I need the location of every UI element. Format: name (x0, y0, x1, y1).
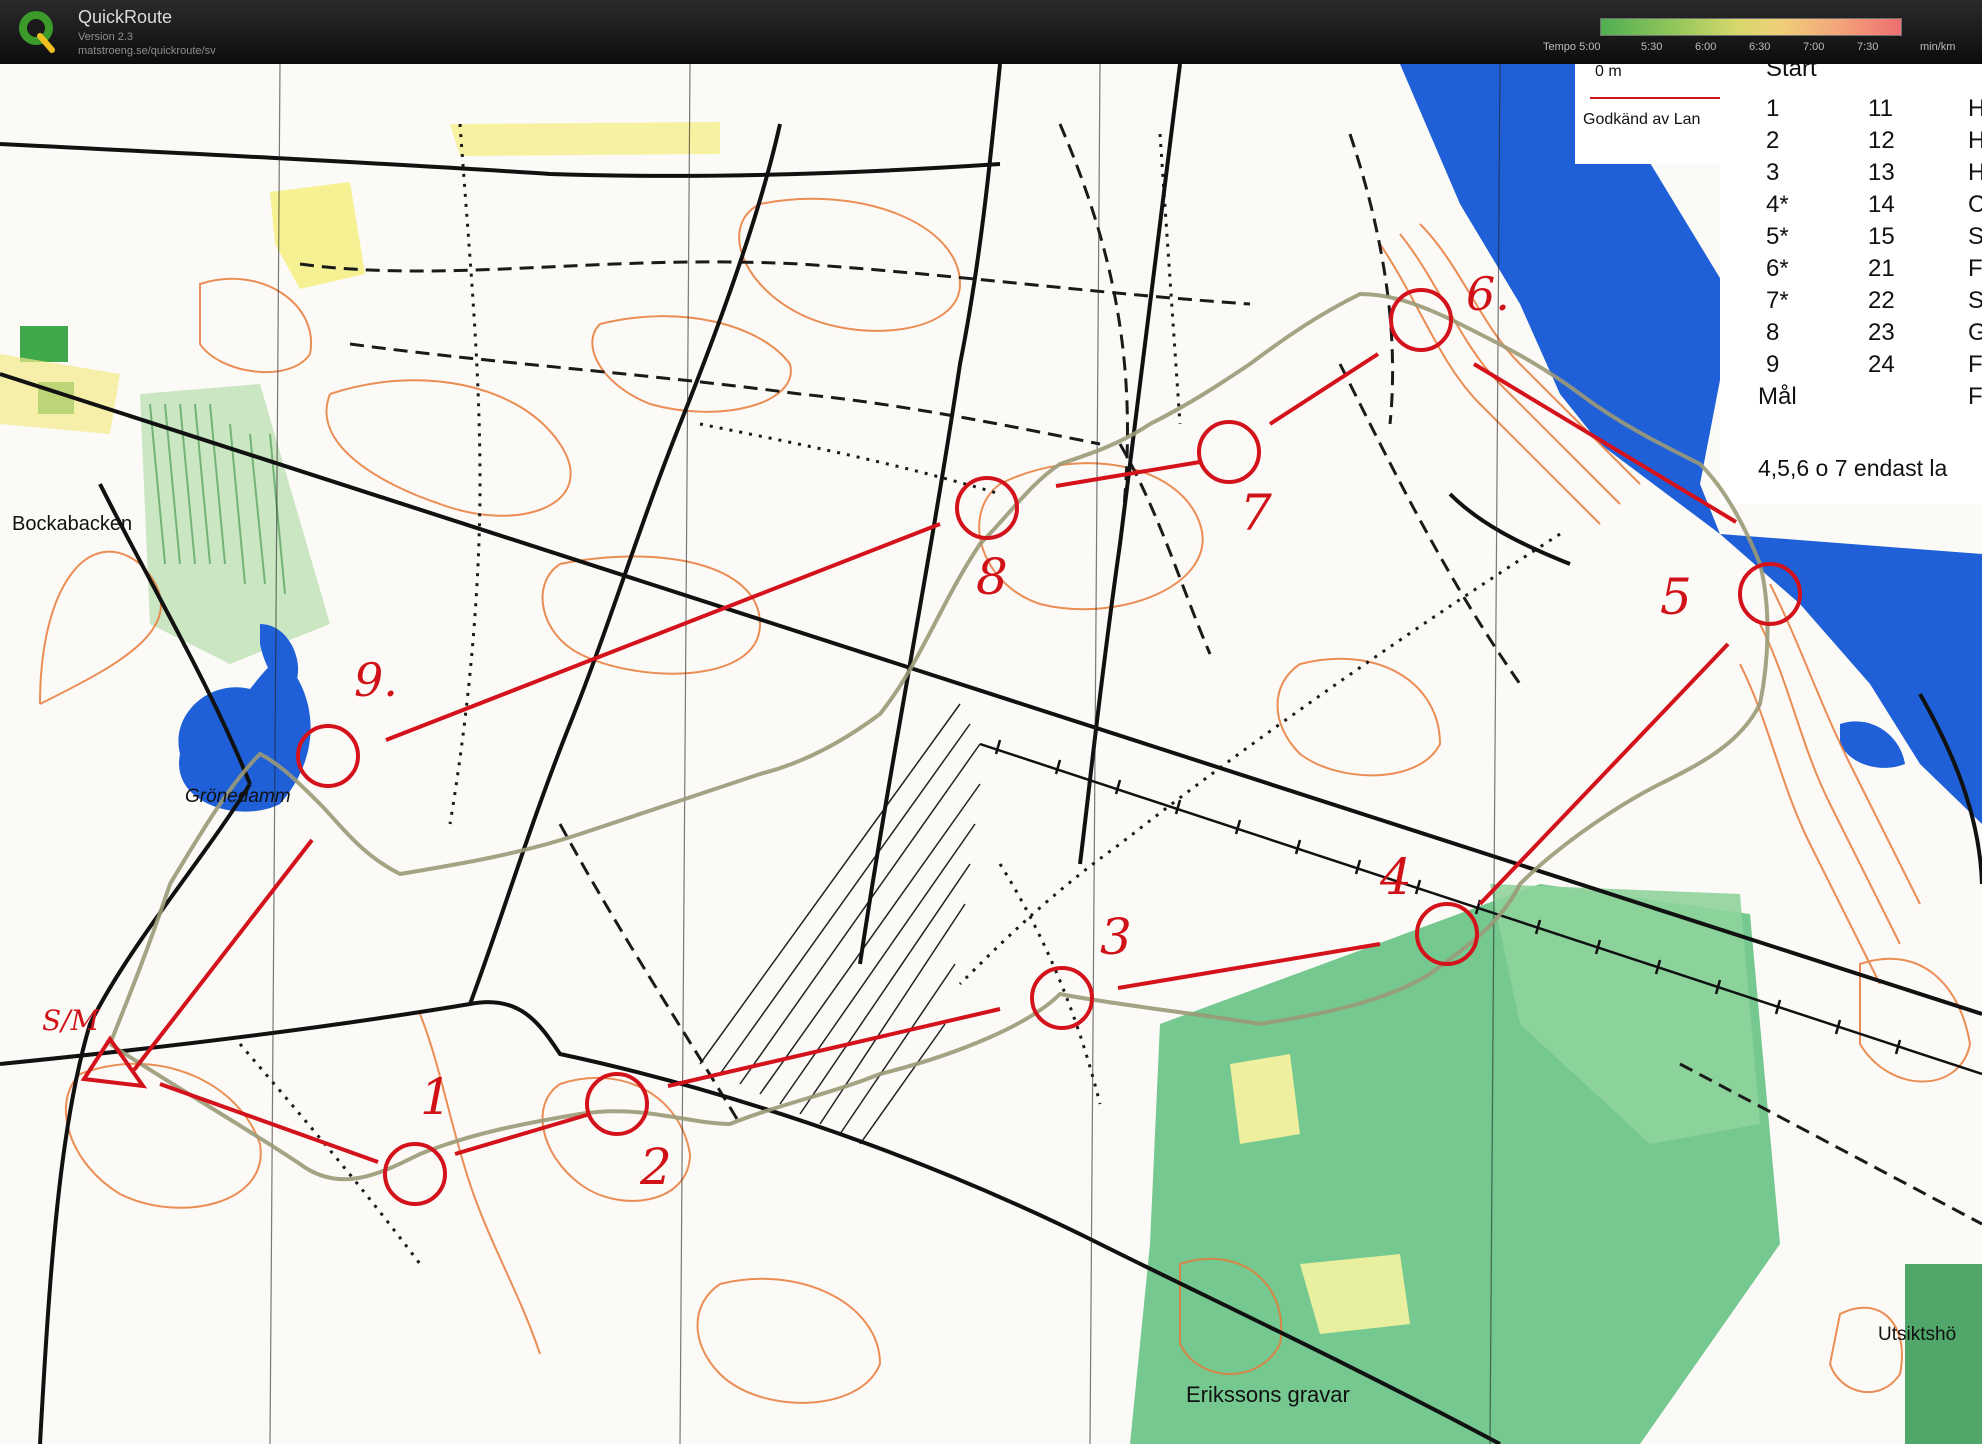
label-control-5: 5 (1660, 568, 1692, 626)
label-control-6: 6. (1466, 267, 1510, 321)
app-version: Version 2.3 (78, 31, 134, 43)
legend-row-b: 14 (1868, 191, 1895, 218)
legend-row-c: G (1968, 319, 1982, 346)
app-header: QuickRoute Version 2.3 matstroeng.se/qui… (0, 0, 1982, 64)
place-name-utsiktshojd: Utsiktshö (1878, 1324, 1956, 1345)
tempo-label-6-30: 6:30 (1749, 41, 1771, 53)
tempo-unit-label: min/km (1920, 41, 1956, 53)
label-control-9: 9. (354, 653, 398, 707)
tempo-label-5-00: Tempo 5:00 (1543, 41, 1601, 53)
place-name-gronedamm: Grönedamm (185, 786, 291, 807)
quickroute-logo-icon (19, 11, 55, 53)
legend-row-a: 5* (1766, 223, 1789, 250)
legend-finish-col-c: F (1968, 383, 1982, 410)
legend-note: 4,5,6 o 7 endast la (1758, 455, 1947, 481)
label-control-3: 3 (1100, 908, 1132, 966)
legend-row-b: 15 (1868, 223, 1895, 250)
legend-row-a: 2 (1766, 127, 1779, 154)
legend-row-b: 21 (1868, 255, 1895, 282)
orienteering-map[interactable]: S/M 1 2 3 4 5 6. 7 8 9. Bockabacken Grön… (0, 64, 1982, 1444)
label-start: S/M (42, 1004, 101, 1037)
green-field-small (20, 326, 68, 362)
legend-row-c: S (1968, 223, 1982, 250)
legend-card (1720, 64, 1982, 504)
label-control-4: 4 (1379, 848, 1412, 906)
legend-finish: Mål (1758, 383, 1797, 410)
legend-row-a: 3 (1766, 159, 1779, 186)
legend-row-c: F (1968, 351, 1982, 378)
label-control-2: 2 (639, 1138, 672, 1196)
legend-row-a: 6* (1766, 255, 1789, 282)
tempo-label-5-30: 5:30 (1641, 41, 1663, 53)
tempo-label-7-30: 7:30 (1857, 41, 1879, 53)
place-name-erikssons-gravar: Erikssons gravar (1186, 1382, 1350, 1407)
legend-row-a: 7* (1766, 287, 1789, 314)
yellow-patch-forest (1230, 1054, 1300, 1144)
legend-row-b: 24 (1868, 351, 1895, 378)
tempo-label-7-00: 7:00 (1803, 41, 1825, 53)
legend-row-a: 4* (1766, 191, 1789, 218)
legend-row-b: 22 (1868, 287, 1895, 314)
tempo-color-scale (1600, 18, 1902, 36)
legend-row-c: H (1968, 159, 1982, 186)
legend-row-c: F (1968, 255, 1982, 282)
yellow-open-area-top (450, 122, 720, 156)
legend-row-a: 9 (1766, 351, 1779, 378)
label-control-7: 7 (1240, 484, 1272, 542)
app-title: QuickRoute (78, 7, 173, 27)
label-control-1: 1 (420, 1068, 452, 1126)
label-control-8: 8 (976, 548, 1008, 606)
green-forest-right-bottom (1905, 1264, 1982, 1444)
legend-row-c: C (1968, 191, 1982, 218)
legend-row-b: 12 (1868, 127, 1895, 154)
approval-text: Godkänd av Lan (1583, 111, 1700, 128)
legend-row-b: 23 (1868, 319, 1895, 346)
map-canvas[interactable]: S/M 1 2 3 4 5 6. 7 8 9. Bockabacken Grön… (0, 64, 1982, 1444)
legend-row-c: H (1968, 127, 1982, 154)
legend-row-c: H (1968, 95, 1982, 122)
place-name-bockabacken: Bockabacken (12, 513, 132, 535)
scale-zero-label: 0 m (1595, 64, 1622, 80)
legend-row-c: S (1968, 287, 1982, 314)
tempo-label-6-00: 6:00 (1695, 41, 1717, 53)
app-url[interactable]: matstroeng.se/quickroute/sv (78, 45, 216, 57)
legend-row-b: 11 (1868, 95, 1893, 122)
legend-row-a: 1 (1766, 95, 1779, 122)
legend-start: Start (1766, 64, 1817, 82)
legend-row-b: 13 (1868, 159, 1895, 186)
legend-row-a: 8 (1766, 319, 1779, 346)
